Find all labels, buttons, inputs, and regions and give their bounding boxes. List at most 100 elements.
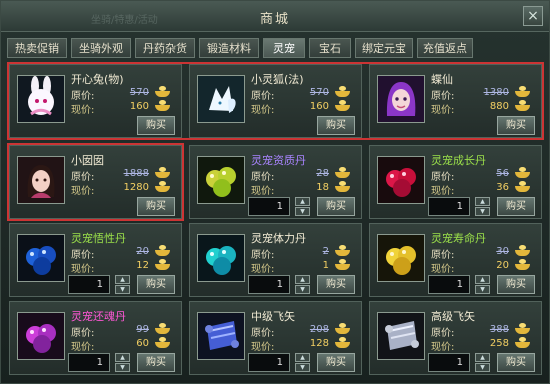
quantity-stepper[interactable]: ▲ ▼: [475, 353, 490, 372]
quantity-stepper[interactable]: ▲ ▼: [115, 353, 130, 372]
current-price-label: 现价:: [431, 342, 455, 353]
original-price-label: 原价:: [71, 328, 95, 339]
decrease-icon[interactable]: ▼: [115, 363, 130, 372]
original-price-label: 原价:: [71, 172, 95, 183]
quantity-input[interactable]: 1: [428, 353, 470, 372]
yuanbao-gold-icon: [335, 181, 350, 192]
increase-icon[interactable]: ▲: [115, 275, 130, 284]
item-card: 灵宠体力丹 原价: 2 现价: 1 1 ▲ ▼ 购买: [189, 223, 362, 297]
decrease-icon[interactable]: ▼: [475, 363, 490, 372]
buy-button[interactable]: 购买: [317, 275, 355, 294]
quantity-input[interactable]: 1: [428, 197, 470, 216]
yuanbao-gold-icon: [335, 167, 350, 178]
yuanbao-gold-icon: [335, 259, 350, 270]
quantity-input[interactable]: 1: [248, 275, 290, 294]
increase-icon[interactable]: ▲: [475, 353, 490, 362]
tab-recharge-rebate[interactable]: 充值返点: [417, 38, 473, 58]
purple-hair-fairy-icon: [377, 75, 425, 123]
yuanbao-gold-icon: [155, 323, 170, 334]
quantity-stepper[interactable]: ▲ ▼: [295, 197, 310, 216]
current-price: 880: [489, 101, 509, 112]
buy-button[interactable]: 购买: [137, 275, 175, 294]
increase-icon[interactable]: ▲: [295, 197, 310, 206]
original-price: 1888: [123, 168, 149, 179]
item-card: 中级飞矢 原价: 208 现价: 128 1 ▲ ▼ 购买: [189, 301, 362, 375]
yuanbao-gold-icon: [515, 100, 530, 111]
close-button[interactable]: ×: [523, 6, 543, 26]
item-name: 小囡囡: [71, 154, 104, 167]
decrease-icon[interactable]: ▼: [295, 363, 310, 372]
increase-icon[interactable]: ▲: [295, 353, 310, 362]
quantity-stepper[interactable]: ▲ ▼: [295, 275, 310, 294]
buy-button[interactable]: 购买: [497, 353, 535, 372]
increase-icon[interactable]: ▲: [475, 197, 490, 206]
tab-gems[interactable]: 宝石: [309, 38, 351, 58]
original-price-label: 原价:: [431, 172, 455, 183]
buy-button[interactable]: 购买: [137, 353, 175, 372]
original-price-label: 原价:: [431, 250, 455, 261]
yuanbao-gold-icon: [335, 86, 350, 97]
tab-mount-appearance[interactable]: 坐骑外观: [71, 38, 131, 58]
yuanbao-gold-icon: [335, 323, 350, 334]
buy-button[interactable]: 购买: [497, 116, 535, 135]
decrease-icon[interactable]: ▼: [295, 285, 310, 294]
item-name: 灵宠体力丹: [251, 232, 306, 245]
item-name: 灵宠悟性丹: [71, 232, 126, 245]
current-price: 258: [489, 338, 509, 349]
buy-button[interactable]: 购买: [497, 275, 535, 294]
original-price-label: 原价:: [71, 91, 95, 102]
current-price-label: 现价:: [431, 264, 455, 275]
quantity-stepper[interactable]: ▲ ▼: [115, 275, 130, 294]
increase-icon[interactable]: ▲: [115, 353, 130, 362]
quantity-input[interactable]: 1: [68, 275, 110, 294]
quantity-input[interactable]: 1: [428, 275, 470, 294]
increase-icon[interactable]: ▲: [475, 275, 490, 284]
blue-pills-icon: [17, 234, 65, 282]
quantity-input[interactable]: 1: [68, 353, 110, 372]
item-card: 小囡囡 原价: 1888 现价: 1280 购买: [9, 145, 182, 219]
quantity-stepper[interactable]: ▲ ▼: [475, 197, 490, 216]
item-name: 灵宠还魂丹: [71, 310, 126, 323]
current-price: 1: [322, 260, 329, 271]
quantity-input[interactable]: 1: [248, 197, 290, 216]
quantity-stepper[interactable]: ▲ ▼: [475, 275, 490, 294]
original-price-label: 原价:: [431, 328, 455, 339]
decrease-icon[interactable]: ▼: [475, 207, 490, 216]
increase-icon[interactable]: ▲: [295, 275, 310, 284]
close-icon: ×: [527, 8, 539, 24]
yuanbao-gold-icon: [515, 86, 530, 97]
yuanbao-gold-icon: [155, 100, 170, 111]
item-name: 灵宠资质丹: [251, 154, 306, 167]
tab-bound-yuanbao[interactable]: 绑定元宝: [355, 38, 413, 58]
original-price: 570: [129, 87, 149, 98]
decrease-icon[interactable]: ▼: [115, 285, 130, 294]
title-bar[interactable]: 坐骑/特惠/活动 商城 ×: [1, 1, 549, 32]
tab-hot-sale[interactable]: 热卖促销: [7, 38, 67, 58]
current-price: 18: [316, 182, 329, 193]
tab-forging[interactable]: 锻造材料: [199, 38, 259, 58]
buy-button[interactable]: 购买: [497, 197, 535, 216]
original-price: 208: [309, 324, 329, 335]
current-price: 60: [136, 338, 149, 349]
quantity-input[interactable]: 1: [248, 353, 290, 372]
red-pills-icon: [377, 156, 425, 204]
decrease-icon[interactable]: ▼: [475, 285, 490, 294]
decrease-icon[interactable]: ▼: [295, 207, 310, 216]
tab-medicine[interactable]: 丹药杂货: [135, 38, 195, 58]
item-name: 灵宠寿命丹: [431, 232, 486, 245]
quantity-stepper[interactable]: ▲ ▼: [295, 353, 310, 372]
yuanbao-gold-icon: [155, 245, 170, 256]
gray-scroll-icon: [377, 312, 425, 360]
buy-button[interactable]: 购买: [137, 197, 175, 216]
yuanbao-gold-icon: [515, 259, 530, 270]
item-name: 小灵狐(法): [251, 73, 304, 86]
yuanbao-gold-icon: [335, 337, 350, 348]
current-price-label: 现价:: [251, 105, 275, 116]
tab-pets[interactable]: 灵宠: [263, 38, 305, 58]
buy-button[interactable]: 购买: [317, 116, 355, 135]
original-price: 28: [316, 168, 329, 179]
item-card: 灵宠还魂丹 原价: 99 现价: 60 1 ▲ ▼ 购买: [9, 301, 182, 375]
buy-button[interactable]: 购买: [317, 197, 355, 216]
buy-button[interactable]: 购买: [137, 116, 175, 135]
buy-button[interactable]: 购买: [317, 353, 355, 372]
